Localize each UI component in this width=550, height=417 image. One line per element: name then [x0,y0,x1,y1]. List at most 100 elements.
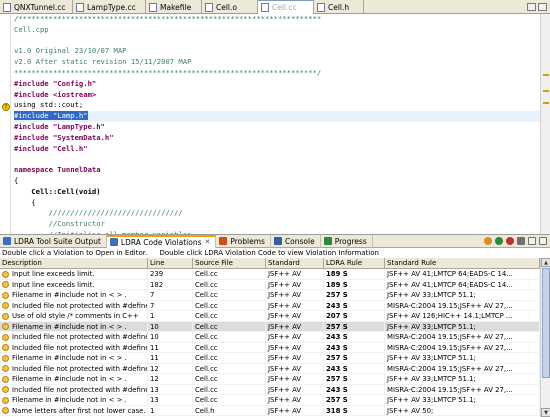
code-line[interactable]: #include "SystemData.h" [14,133,540,144]
view-tab-label: LDRA Code Violations [120,237,202,247]
code-line[interactable]: #include "LampType.h" [14,122,540,133]
code-line[interactable]: { [14,176,540,187]
scroll-down-icon[interactable]: ▼ [541,408,550,417]
view-tab[interactable]: Progress [321,234,373,248]
table-cell-std-rule: JSF++ AV 41;LMTCP 64;EADS-C 14... [385,269,540,280]
table-cell-description: Included file not protected with #define… [0,384,148,395]
view-icon [109,238,118,246]
maximize-icon[interactable] [539,237,547,245]
cell-text: JSF++ AV [268,322,302,331]
code-line[interactable]: using std::cout; [14,100,540,111]
view-tab[interactable]: Console [271,234,321,248]
editor-overview-ruler[interactable] [540,14,550,234]
editor-tab[interactable]: QNXTunnel.cc [0,0,73,14]
table-row[interactable]: Name letters after first not lower case.… [0,405,540,416]
cell-text: 257 S [326,291,348,299]
overview-marker[interactable] [543,102,549,104]
editor-tab-label: Cell.h [328,2,350,12]
editor-tab-bar: QNXTunnel.cc LampType.cc Makefile Cell.o Cel… [0,0,550,14]
cell-text: Included file not protected with #define… [12,385,148,394]
code-line[interactable]: #include "Lamp.h" [14,111,540,122]
table-row[interactable]: Included file not protected with #define… [0,300,540,311]
editor-tab[interactable]: Cell.o [202,0,258,14]
table-row[interactable]: Included file not protected with #define… [0,332,540,343]
minimize-icon[interactable] [528,237,536,245]
close-icon[interactable]: ✕ [204,238,210,246]
code-line[interactable]: namespace TunnelData [14,165,540,176]
code-line[interactable]: Cell.cpp [14,25,540,36]
column-header[interactable]: Source File [193,258,266,269]
clear-icon[interactable] [506,237,514,245]
code-line[interactable]: //Constructor [14,219,540,230]
code-line[interactable]: #include "Config.h" [14,79,540,90]
table-row[interactable]: Input line exceeds limit. 239 Cell.cc JSF++… [0,269,540,280]
code-line[interactable]: #include <iostream> [14,90,540,101]
table-cell-file: Cell.cc [193,363,266,374]
table-cell-std-rule: MISRA-C:2004 19.15;JSF++ AV 27,... [385,384,540,395]
cell-text: 318 S [326,406,348,415]
table-cell-line: 7 [148,300,193,311]
code-line[interactable]: { [14,198,540,209]
code-line[interactable]: /***************************************… [14,14,540,25]
table-row[interactable]: Included file not protected with #define… [0,384,540,395]
violation-icon [2,375,9,383]
column-header[interactable]: Standard Rule [385,258,540,269]
maximize-icon[interactable] [538,2,547,11]
refresh-icon[interactable] [484,237,492,245]
editor-tab[interactable]: Makefile [146,0,202,14]
table-row[interactable]: Use of old style /* comments in C++ 1 Cell… [0,311,540,322]
table-cell-file: Cell.cc [193,374,266,385]
code-line[interactable]: v1.0 Original 23/10/07 MAP [14,46,540,57]
table-cell-file: Cell.cc [193,321,266,332]
code-line[interactable] [14,36,540,47]
cell-text: 11 [150,354,159,362]
cell-text: JSF++ AV [268,280,302,289]
table-row[interactable]: Filename in #include not in < > . 7 Cell.c… [0,290,540,301]
table-cell-file: Cell.cc [193,395,266,406]
code-line[interactable]: v2.0 After static revision 15/11/2007 MA… [14,57,540,68]
view-tab[interactable]: LDRA Code Violations ✕ [106,234,217,248]
editor-tab[interactable]: LampType.cc [73,0,146,14]
scroll-up-icon[interactable]: ▲ [541,258,550,267]
column-header[interactable]: Description [0,258,148,269]
cell-text: Name letters after first not lower case. [12,406,146,415]
code-line[interactable]: #include "Cell.h" [14,144,540,155]
cell-text: JSF++ AV [268,333,302,341]
cell-text: 243 S [326,333,348,341]
overview-marker[interactable] [543,74,549,76]
code-text: #include "LampType.h" [14,121,105,131]
cell-text: JSF++ AV 33;LMTCP 51.1; [387,375,476,383]
code-line[interactable] [14,154,540,165]
table-row[interactable]: Included file not protected with #define… [0,342,540,353]
view-tab[interactable]: Problems [216,234,271,248]
view-tab[interactable]: LDRA Tool Suite Output [0,234,107,248]
filter-icon[interactable] [495,237,503,245]
table-scrollbar[interactable]: ▲ ▼ [540,258,550,417]
scroll-thumb[interactable] [542,268,550,378]
cell-text: 239 [150,270,164,278]
cell-text: 10 [150,333,159,341]
table-row[interactable]: Input line exceeds limit. 182 Cell.cc JSF++… [0,279,540,290]
column-header[interactable]: LDRA Rule [324,258,385,269]
table-row[interactable]: Filename in #include not in < > . 11 Cell.… [0,353,540,364]
view-menu-icon[interactable] [517,237,525,245]
table-cell-file: Cell.cc [193,332,266,343]
warning-marker-icon[interactable]: ! [2,103,10,111]
column-header[interactable]: Standard [266,258,324,269]
overview-marker[interactable] [543,90,549,92]
minimize-icon[interactable] [527,2,536,11]
table-cell-ldra: 257 S [324,353,385,364]
table-row[interactable]: Filename in #include not in < > . 13 Cell.… [0,395,540,406]
table-row[interactable]: Filename in #include not in < > . 10 Cell.… [0,321,540,332]
code-line[interactable]: ****************************************… [14,68,540,79]
code-line[interactable]: Cell::Cell(void) [14,187,540,198]
table-row[interactable]: Included file not protected with #define… [0,363,540,374]
editor-tab[interactable]: Cell.h [314,0,364,14]
code-editor[interactable]: ! /*************************************… [0,14,550,234]
code-area[interactable]: /***************************************… [14,14,540,234]
table-row[interactable]: Filename in #include not in < > . 12 Cell.… [0,374,540,385]
editor-tab[interactable]: Cell.cc [258,0,314,14]
code-line[interactable]: /////////////////////////////// [14,208,540,219]
cell-text: Included file not protected with #define… [12,364,148,373]
column-header[interactable]: Line [148,258,193,269]
